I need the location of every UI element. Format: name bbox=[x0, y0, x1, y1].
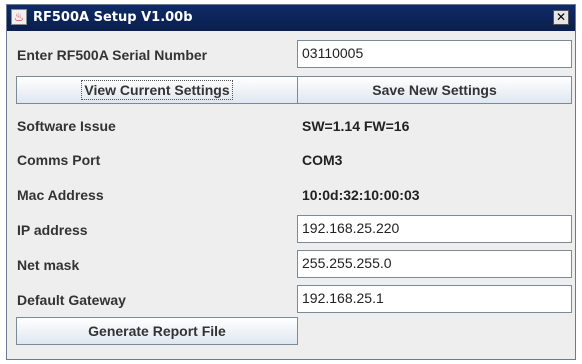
software-issue-label: Software Issue bbox=[17, 118, 116, 134]
comms-port-value: COM3 bbox=[302, 152, 343, 168]
generate-report-button[interactable]: Generate Report File bbox=[16, 317, 298, 345]
save-new-settings-button[interactable]: Save New Settings bbox=[297, 76, 572, 104]
comms-port-label: Comms Port bbox=[17, 152, 101, 168]
java-app-icon: ♨ bbox=[11, 9, 27, 25]
net-mask-field[interactable]: 255.255.255.0 bbox=[297, 250, 572, 278]
close-icon[interactable]: ✕ bbox=[553, 10, 569, 25]
ip-address-field[interactable]: 192.168.25.220 bbox=[297, 215, 572, 243]
view-current-settings-label: View Current Settings bbox=[81, 80, 233, 100]
default-gateway-label: Default Gateway bbox=[17, 292, 126, 308]
view-current-settings-button[interactable]: View Current Settings bbox=[16, 76, 298, 104]
mac-address-label: Mac Address bbox=[17, 187, 104, 203]
title-bar[interactable]: ♨ RF500A Setup V1.00b ✕ bbox=[7, 5, 575, 31]
software-issue-value: SW=1.14 FW=16 bbox=[302, 118, 410, 134]
window-title: RF500A Setup V1.00b bbox=[33, 10, 193, 25]
setup-window: ♨ RF500A Setup V1.00b ✕ Enter RF500A Ser… bbox=[6, 4, 576, 360]
mac-address-value: 10:0d:32:10:00:03 bbox=[302, 187, 420, 203]
net-mask-label: Net mask bbox=[17, 257, 80, 273]
ip-address-label: IP address bbox=[17, 222, 88, 238]
default-gateway-field[interactable]: 192.168.25.1 bbox=[297, 285, 572, 313]
serial-number-label: Enter RF500A Serial Number bbox=[17, 47, 208, 63]
serial-number-field[interactable]: 03110005 bbox=[297, 40, 572, 68]
